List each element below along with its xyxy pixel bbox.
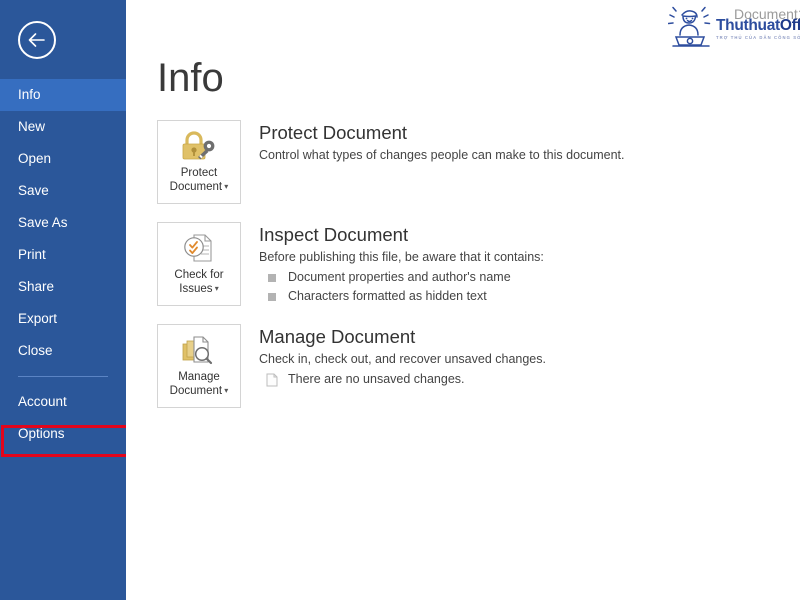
section-description: Control what types of changes people can… [259, 146, 625, 164]
list-item: Characters formatted as hidden text [259, 287, 544, 306]
list-item-label: Document properties and author's name [288, 268, 511, 287]
list-item-label: There are no unsaved changes. [288, 370, 465, 389]
info-sections: Protect Document ▾ Protect Document Cont… [157, 120, 757, 426]
sidebar-item-label: Options [18, 426, 65, 441]
sidebar-item-print[interactable]: Print [0, 239, 126, 271]
inspect-issues-list: Document properties and author's name Ch… [259, 268, 544, 306]
backstage-view: Info New Open Save Save As Print Share E… [0, 0, 800, 600]
sidebar-item-options[interactable]: Options [0, 418, 126, 450]
section-manage-document: Manage Document ▾ Manage Document Check … [157, 324, 757, 408]
sidebar-item-label: Close [18, 343, 53, 358]
section-protect-document: Protect Document ▾ Protect Document Cont… [157, 120, 757, 204]
page-title: Info [157, 58, 224, 98]
check-for-issues-button-label: Check for Issues ▾ [174, 268, 223, 296]
window-title: Document1 - W [734, 6, 800, 22]
square-bullet-icon [268, 293, 276, 301]
manage-document-button[interactable]: Manage Document ▾ [157, 324, 241, 408]
sidebar-item-new[interactable]: New [0, 111, 126, 143]
list-item-label: Characters formatted as hidden text [288, 287, 487, 306]
back-arrow-icon [28, 33, 46, 47]
sidebar-item-open[interactable]: Open [0, 143, 126, 175]
sidebar-item-label: Print [18, 247, 46, 262]
sidebar-item-label: Export [18, 311, 57, 326]
sidebar-item-account[interactable]: Account [0, 386, 126, 418]
section-heading: Protect Document [259, 122, 625, 144]
backstage-sidebar: Info New Open Save Save As Print Share E… [0, 0, 126, 600]
sidebar-divider [18, 376, 108, 377]
protect-document-button[interactable]: Protect Document ▾ [157, 120, 241, 204]
sidebar-item-close[interactable]: Close [0, 335, 126, 367]
sidebar-item-share[interactable]: Share [0, 271, 126, 303]
manage-document-icon [180, 333, 218, 367]
list-item: There are no unsaved changes. [259, 370, 546, 389]
document-icon [266, 373, 278, 387]
sidebar-item-label: Share [18, 279, 54, 294]
sidebar-item-label: Account [18, 394, 67, 409]
section-heading: Manage Document [259, 326, 546, 348]
square-bullet-icon [268, 274, 276, 282]
document-inspect-icon [181, 231, 217, 265]
check-for-issues-button[interactable]: Check for Issues ▾ [157, 222, 241, 306]
sidebar-item-label: Info [18, 87, 41, 102]
protect-document-text: Protect Document Control what types of c… [259, 120, 625, 204]
sidebar-item-save-as[interactable]: Save As [0, 207, 126, 239]
unsaved-changes-list: There are no unsaved changes. [259, 370, 546, 389]
back-button[interactable] [18, 21, 56, 59]
section-description: Check in, check out, and recover unsaved… [259, 350, 546, 368]
protect-document-button-label: Protect Document ▾ [170, 166, 229, 194]
sidebar-item-label: Save [18, 183, 49, 198]
section-heading: Inspect Document [259, 224, 544, 246]
section-inspect-document: Check for Issues ▾ Inspect Document Befo… [157, 222, 757, 306]
sidebar-item-label: New [18, 119, 45, 134]
inspect-document-text: Inspect Document Before publishing this … [259, 222, 544, 306]
chevron-down-icon: ▾ [213, 284, 219, 293]
sidebar-item-export[interactable]: Export [0, 303, 126, 335]
sidebar-nav-list: Info New Open Save Save As Print Share E… [0, 79, 126, 450]
lock-key-icon [179, 129, 219, 163]
manage-document-button-label: Manage Document ▾ [170, 370, 229, 398]
chevron-down-icon: ▾ [222, 386, 228, 395]
sidebar-item-label: Save As [18, 215, 68, 230]
list-item: Document properties and author's name [259, 268, 544, 287]
section-description: Before publishing this file, be aware th… [259, 248, 544, 266]
backstage-content: Info [126, 0, 800, 600]
sidebar-item-label: Open [18, 151, 51, 166]
chevron-down-icon: ▾ [222, 182, 228, 191]
sidebar-item-save[interactable]: Save [0, 175, 126, 207]
manage-document-text: Manage Document Check in, check out, and… [259, 324, 546, 408]
sidebar-item-info[interactable]: Info [0, 79, 126, 111]
